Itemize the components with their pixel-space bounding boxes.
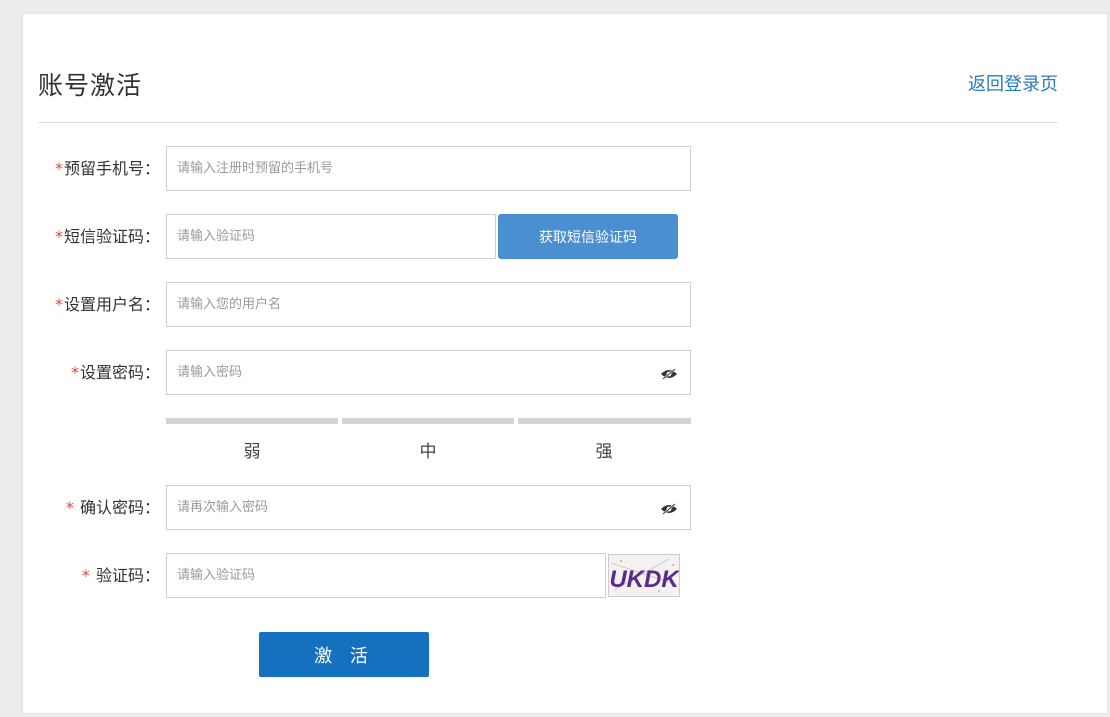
required-mark: *: [70, 363, 79, 382]
captcha-image[interactable]: UKDK: [608, 554, 680, 597]
back-to-login-link[interactable]: 返回登录页: [968, 70, 1058, 96]
sms-code-label: *短信验证码：: [0, 215, 160, 259]
phone-label-text: 预留手机号：: [63, 159, 160, 178]
required-mark: *: [54, 159, 63, 178]
password-label: *设置密码：: [0, 351, 160, 395]
strength-label-strong: 强: [595, 442, 613, 462]
password-label-text: 设置密码：: [79, 363, 160, 382]
confirm-password-label: * 确认密码：: [0, 486, 160, 530]
required-mark: *: [81, 566, 90, 585]
strength-bar-medium: [342, 418, 514, 424]
strength-label-weak: 弱: [243, 442, 261, 462]
strength-label-medium: 中: [419, 442, 437, 462]
captcha-input[interactable]: [166, 553, 606, 598]
strength-bar-weak: [166, 418, 338, 424]
header-divider: [38, 122, 1058, 123]
sms-code-label-text: 短信验证码：: [63, 227, 160, 246]
confirm-password-input[interactable]: [166, 485, 691, 530]
required-mark: *: [65, 498, 74, 517]
phone-label: *预留手机号：: [0, 147, 160, 191]
username-label: *设置用户名：: [0, 283, 160, 327]
confirm-password-label-text: 确认密码：: [74, 498, 160, 517]
required-mark: *: [54, 295, 63, 314]
captcha-label: * 验证码：: [0, 554, 160, 598]
password-input[interactable]: [166, 350, 691, 395]
strength-bar-strong: [518, 418, 691, 424]
activate-button[interactable]: 激 活: [259, 632, 429, 677]
page-title: 账号激活: [38, 71, 143, 100]
username-input[interactable]: [166, 282, 691, 327]
required-mark: *: [54, 227, 63, 246]
eye-slash-icon[interactable]: [660, 368, 678, 380]
phone-input[interactable]: [166, 146, 691, 191]
eye-slash-icon[interactable]: [660, 503, 678, 515]
get-sms-code-button[interactable]: 获取短信验证码: [498, 214, 678, 259]
captcha-text: UKDK: [609, 566, 679, 593]
sms-code-input[interactable]: [166, 214, 496, 259]
username-label-text: 设置用户名：: [63, 295, 160, 314]
captcha-label-text: 验证码：: [90, 566, 160, 585]
